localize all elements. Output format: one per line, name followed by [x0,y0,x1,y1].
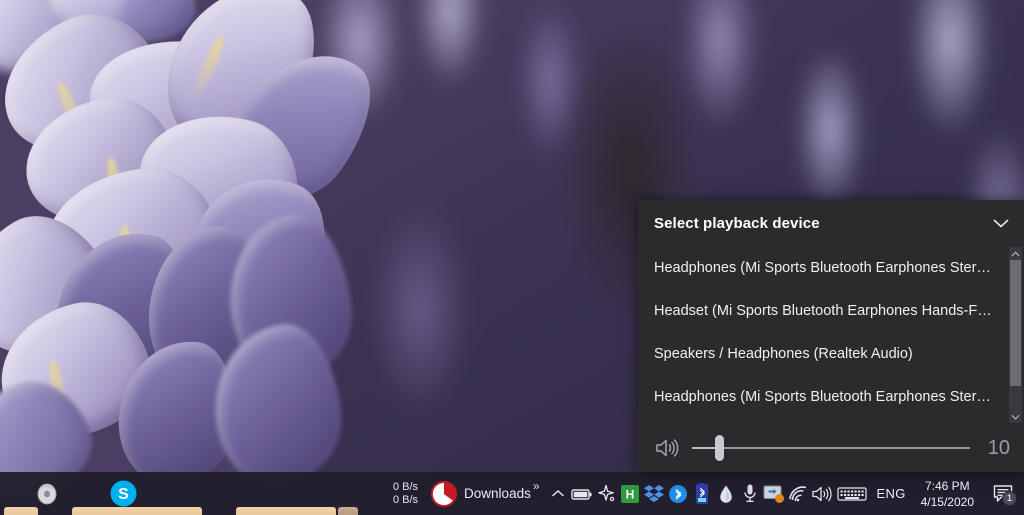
device-list-item[interactable]: Headset (Mi Sports Bluetooth Earphones H… [638,289,1024,332]
notification-badge: 1 [1002,491,1017,506]
battery-icon[interactable] [570,472,594,515]
clock[interactable]: 7:46 PM 4/15/2020 [915,478,984,510]
device-label: Speakers / Headphones (Realtek Audio) [654,345,913,362]
device-list: Headphones (Mi Sports Bluetooth Earphone… [638,246,1024,424]
download-manager-button[interactable]: Downloads » [424,472,540,515]
spark-icon[interactable] [594,472,618,515]
chevron-down-icon[interactable] [978,200,1024,246]
speaker-icon[interactable] [810,472,836,515]
chevron-down-icon[interactable] [1009,410,1022,423]
volume-slider-track [692,447,970,449]
microphone-icon[interactable] [738,472,762,515]
language-indicator[interactable]: ENG [868,486,915,501]
device-label: Headphones (Mi Sports Bluetooth Earphone… [654,388,994,405]
display-switch-icon[interactable] [762,472,786,515]
svg-text:S: S [118,486,129,503]
system-tray: 0 B/s 0 B/s Downloads » H ENG 7:46 PM 4/… [389,472,1024,515]
volume-control-bar: 10 [638,424,1024,472]
bluetooth-blue-icon[interactable] [666,472,690,515]
network-download-speed: 0 B/s [392,493,419,506]
chevron-up-icon[interactable] [1009,247,1022,260]
wifi-icon[interactable] [786,472,810,515]
wallpaper-foreground-flowers [0,0,397,515]
disc-app-icon [37,483,57,504]
show-hidden-icons-chevron[interactable] [546,472,570,515]
device-list-scrollbar[interactable] [1009,247,1022,423]
download-manager-icon [431,480,458,507]
desktop-screen: Select playback device Headphones (Mi Sp… [0,0,1024,515]
downloads-label: Downloads [464,486,531,501]
peeking-window[interactable] [236,507,336,515]
device-list-item[interactable]: Speakers / Headphones (Realtek Audio) [638,332,1024,375]
playback-device-flyout: Select playback device Headphones (Mi Sp… [638,200,1024,472]
volume-slider-thumb[interactable] [715,435,725,461]
peeking-window[interactable] [72,507,202,515]
water-drop-icon[interactable] [714,472,738,515]
volume-slider[interactable] [692,432,970,464]
flyout-title: Select playback device [654,214,820,232]
network-speed-indicator[interactable]: 0 B/s 0 B/s [389,481,424,507]
clock-date: 4/15/2020 [920,494,974,509]
keyboard-icon[interactable] [836,472,868,515]
speaker-volume-icon[interactable] [654,437,684,459]
device-list-item[interactable]: Headphones (Mi Sports Bluetooth Earphone… [638,375,1024,418]
overflow-chevron-icon[interactable]: » [533,479,540,493]
flyout-header: Select playback device [638,200,1024,246]
scrollbar-track[interactable] [1009,260,1022,410]
svg-text:H: H [625,487,634,501]
peeking-window[interactable] [338,507,358,515]
action-center-button[interactable]: 1 [984,472,1024,515]
clock-time: 7:46 PM [924,478,970,493]
h-app-icon[interactable]: H [618,472,642,515]
volume-value: 10 [987,436,1010,459]
scrollbar-thumb[interactable] [1010,260,1021,386]
device-label: Headset (Mi Sports Bluetooth Earphones H… [654,302,994,319]
peeking-window[interactable] [4,507,38,515]
device-list-item[interactable]: Headphones (Mi Sports Bluetooth Earphone… [638,246,1024,289]
device-label: Headphones (Mi Sports Bluetooth Earphone… [654,259,994,276]
network-upload-speed: 0 B/s [392,480,419,493]
dropbox-icon[interactable] [642,472,666,515]
skype-icon: S [110,480,136,507]
bluetooth-battery-icon[interactable] [690,472,714,515]
